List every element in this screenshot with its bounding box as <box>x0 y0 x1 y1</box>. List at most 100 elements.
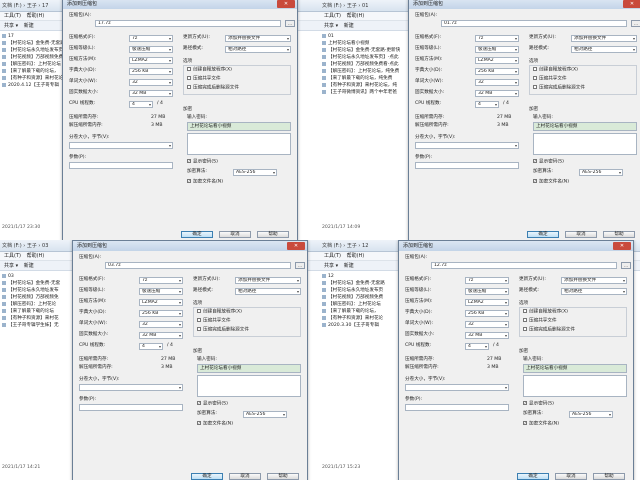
delete-after-checkbox[interactable]: 压缩完成后删除源文件 <box>523 327 575 334</box>
share-button[interactable]: 共享 ▾ <box>324 21 338 31</box>
split-size-select[interactable]: ▾ <box>415 142 519 149</box>
dialog-titlebar[interactable]: 添加到压缩包 ✕ <box>63 0 297 9</box>
file-list-item[interactable]: 【解压密码】：上村花论坛，纯免费 <box>320 68 400 75</box>
file-list-item[interactable]: 【村花论坛】金免费-无套路 <box>320 280 400 287</box>
file-list-item[interactable]: 【村花论坛】金免费-无套 <box>0 280 80 287</box>
dropdown[interactable]: 32 ▾ <box>475 78 519 86</box>
dropdown[interactable]: LZMA2 ▾ <box>139 298 183 306</box>
share-button[interactable]: 共享 ▾ <box>324 261 338 271</box>
password-input[interactable]: 上村花论坛看小视频 <box>197 364 301 373</box>
file-list-item[interactable]: 03 <box>0 273 80 280</box>
dropdown[interactable]: 7z ▾ <box>129 34 173 42</box>
menu-item-help[interactable]: 帮助(H) <box>347 12 365 21</box>
dropdown[interactable]: 极速压缩 ▾ <box>129 45 173 53</box>
file-list-item[interactable]: 【有种子和资源】来村花论 <box>320 315 400 322</box>
archive-path-input[interactable]: 03.7z <box>105 262 291 269</box>
new-folder-button[interactable]: 新建 <box>24 261 34 271</box>
file-list-item[interactable]: 【王子哥微博资讯】两个中年老爸 <box>320 89 400 96</box>
browse-button[interactable]: ... <box>295 262 305 269</box>
path-mode-select[interactable]: 相对路径 ▾ <box>225 45 291 53</box>
encryption-method-select[interactable]: AES-256 ▾ <box>243 410 287 418</box>
cpu-threads-select[interactable]: 4 ▾ <box>465 342 489 350</box>
menu-item-tools[interactable]: 工具(T) <box>4 252 21 261</box>
ok-button[interactable]: 确定 <box>517 473 549 480</box>
params-input[interactable] <box>415 162 519 169</box>
update-mode-select[interactable]: 添加并替换文件 ▾ <box>571 34 637 42</box>
path-mode-select[interactable]: 相对路径 ▾ <box>561 287 627 295</box>
dropdown[interactable]: 256 KB ▾ <box>139 309 183 317</box>
dropdown[interactable]: 256 KB ▾ <box>465 309 509 317</box>
browse-button[interactable]: ... <box>621 262 631 269</box>
share-button[interactable]: 共享 ▾ <box>4 261 18 271</box>
help-button[interactable]: 帮助 <box>593 473 625 480</box>
file-list-item[interactable]: 【有种子和资源】来村花 <box>0 315 80 322</box>
update-mode-select[interactable]: 添加并替换文件 ▾ <box>225 34 291 42</box>
cancel-button[interactable]: 取消 <box>229 473 261 480</box>
password-input[interactable]: 上村花论坛看小视频 <box>523 364 627 373</box>
file-list-item[interactable]: 【村花论坛永久地址发布 <box>0 287 80 294</box>
params-input[interactable] <box>79 404 183 411</box>
file-list-item[interactable]: 【王子哥专辑学生妹】无 <box>0 322 80 329</box>
file-list-item[interactable]: 【村花论坛永久地址发布页】-点此 <box>320 54 400 61</box>
dropdown[interactable]: 256 KB ▾ <box>129 67 173 75</box>
sfx-checkbox[interactable]: 创建自释放程序(X) <box>187 67 232 74</box>
dropdown[interactable]: 32 ▾ <box>465 320 509 328</box>
show-password-checkbox[interactable]: ✓ 显示密码(S) <box>533 159 564 166</box>
menu-item-tools[interactable]: 工具(T) <box>324 252 341 261</box>
file-list-item[interactable]: 【村花视频】万部视频免费看-点此 <box>320 61 400 68</box>
dropdown[interactable]: 极速压缩 ▾ <box>139 287 183 295</box>
dropdown[interactable]: 极速压缩 ▾ <box>475 45 519 53</box>
file-list-item[interactable]: 01 <box>320 33 400 40</box>
dropdown[interactable]: LZMA2 ▾ <box>465 298 509 306</box>
dropdown[interactable]: 32 MB ▾ <box>129 89 173 97</box>
cancel-button[interactable]: 取消 <box>219 231 251 238</box>
params-input[interactable] <box>405 404 509 411</box>
menu-item-tools[interactable]: 工具(T) <box>4 12 21 21</box>
shared-files-checkbox[interactable]: 压缩共享文件 <box>533 76 567 83</box>
file-list-item[interactable]: 【有种子和资源】来村花论坛，纯 <box>320 82 400 89</box>
file-list-item[interactable]: 12 <box>320 273 400 280</box>
file-list-item[interactable]: 【村花视频】万部视频免 <box>0 294 80 301</box>
sfx-checkbox[interactable]: 创建自释放程序(X) <box>533 67 578 74</box>
dropdown[interactable]: 32 MB ▾ <box>475 89 519 97</box>
encryption-method-select[interactable]: AES-256 ▾ <box>233 168 277 176</box>
file-list-item[interactable]: 【村花论坛】金免费-无套路-更新快 <box>320 47 400 54</box>
delete-after-checkbox[interactable]: 压缩完成后删除源文件 <box>533 85 585 92</box>
sfx-checkbox[interactable]: 创建自释放程序(X) <box>523 309 568 316</box>
cpu-threads-select[interactable]: 4 ▾ <box>475 100 499 108</box>
password-confirm-area[interactable] <box>523 375 627 397</box>
show-password-checkbox[interactable]: ✓ 显示密码(S) <box>197 401 228 408</box>
dropdown[interactable]: 7z ▾ <box>139 276 183 284</box>
close-icon[interactable]: ✕ <box>277 0 295 8</box>
menu-item-tools[interactable]: 工具(T) <box>324 12 341 21</box>
cpu-threads-select[interactable]: 4 ▾ <box>139 342 163 350</box>
path-mode-select[interactable]: 相对路径 ▾ <box>571 45 637 53</box>
browse-button[interactable]: ... <box>285 20 295 27</box>
dropdown[interactable]: 7z ▾ <box>475 34 519 42</box>
dropdown[interactable]: 256 KB ▾ <box>475 67 519 75</box>
close-icon[interactable]: ✕ <box>613 242 631 250</box>
file-list-item[interactable]: 【村花视频】万部视频免费 <box>320 294 400 301</box>
new-folder-button[interactable]: 新建 <box>24 21 34 31</box>
password-input[interactable]: 上村花论坛看小视频 <box>187 122 291 131</box>
encryption-method-select[interactable]: AES-256 ▾ <box>569 410 613 418</box>
dialog-titlebar[interactable]: 添加到压缩包 ✕ <box>73 241 307 251</box>
show-password-checkbox[interactable]: ✓ 显示密码(S) <box>523 401 554 408</box>
archive-path-input[interactable]: 17.7z <box>95 20 281 27</box>
archive-path-input[interactable]: 12.7z <box>431 262 617 269</box>
file-list-item[interactable]: 【来了解最下载的论坛 <box>0 308 80 315</box>
update-mode-select[interactable]: 添加并替换文件 ▾ <box>561 276 627 284</box>
password-input[interactable]: 上村花论坛看小视频 <box>533 122 637 131</box>
share-button[interactable]: 共享 ▾ <box>4 21 18 31</box>
dropdown[interactable]: 7z ▾ <box>465 276 509 284</box>
delete-after-checkbox[interactable]: 压缩完成后删除源文件 <box>187 85 239 92</box>
dialog-titlebar[interactable]: 添加到压缩包 ✕ <box>399 241 633 251</box>
menu-item-help[interactable]: 帮助(H) <box>27 252 45 261</box>
encryption-method-select[interactable]: AES-256 ▾ <box>579 168 623 176</box>
dropdown[interactable]: 32 ▾ <box>129 78 173 86</box>
new-folder-button[interactable]: 新建 <box>344 261 354 271</box>
archive-path-input[interactable]: 01.7z <box>441 20 627 27</box>
dialog-titlebar[interactable]: 添加到压缩包 ✕ <box>409 0 640 9</box>
close-icon[interactable]: ✕ <box>623 0 640 8</box>
split-size-select[interactable]: ▾ <box>79 384 183 391</box>
